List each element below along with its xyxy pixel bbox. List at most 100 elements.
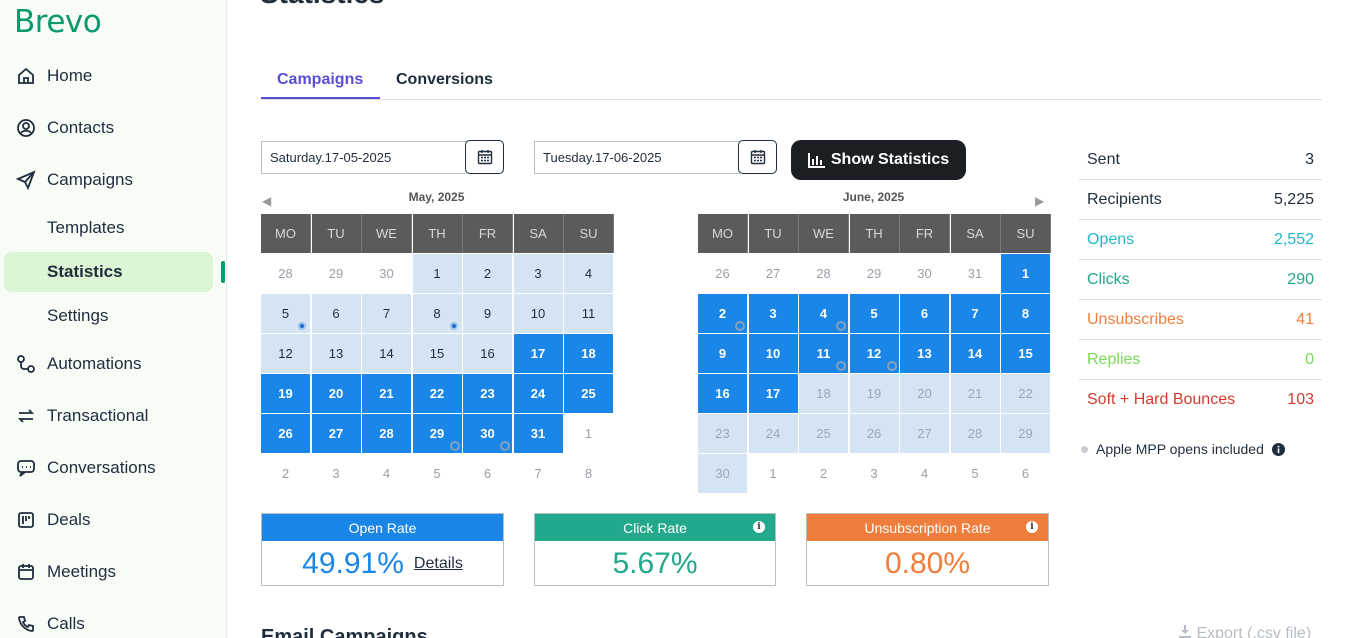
info-icon[interactable]: i <box>753 521 765 533</box>
calendar-day[interactable]: 21 <box>950 374 1001 413</box>
sidebar-item-templates[interactable]: Templates <box>0 208 227 248</box>
calendar-day[interactable]: 24 <box>513 374 564 413</box>
calendar-day[interactable]: 28 <box>362 414 412 453</box>
sidebar-item-automations[interactable]: Automations <box>0 344 227 384</box>
calendar-day[interactable]: 9 <box>463 294 513 333</box>
calendar-day[interactable]: 26 <box>261 414 311 453</box>
campaign-marker-icon <box>449 322 458 330</box>
end-date-calendar-button[interactable] <box>738 140 777 174</box>
calendar-day[interactable]: 20 <box>311 374 362 413</box>
sidebar-item-statistics[interactable]: Statistics <box>4 252 213 292</box>
start-date-input[interactable] <box>261 141 467 174</box>
calendar-day[interactable]: 3 <box>513 254 564 293</box>
sidebar-item-meetings[interactable]: Meetings <box>0 552 227 592</box>
day-number: 14 <box>967 346 983 361</box>
calendar-day[interactable]: 16 <box>463 334 513 373</box>
calendar-day[interactable]: 29 <box>1001 414 1051 453</box>
calendar-day[interactable]: 23 <box>698 414 748 453</box>
calendar-month-title: May, 2025 <box>408 190 465 204</box>
calendar-day[interactable]: 21 <box>362 374 412 413</box>
info-icon[interactable]: i <box>1026 521 1038 533</box>
calendar-day[interactable]: 8 <box>412 294 463 333</box>
calendar-day[interactable]: 5 <box>849 294 900 333</box>
calendar-day[interactable]: 12 <box>849 334 900 373</box>
calendar-day[interactable]: 20 <box>900 374 950 413</box>
calendar-day[interactable]: 11 <box>799 334 849 373</box>
calendar-day[interactable]: 7 <box>950 294 1001 333</box>
calendar-day[interactable]: 10 <box>513 294 564 333</box>
stat-row: Unsubscribes 41 <box>1079 300 1322 340</box>
calendar-day[interactable]: 16 <box>698 374 748 413</box>
sidebar-item-transactional[interactable]: Transactional <box>0 396 227 436</box>
calendar-day[interactable]: 6 <box>900 294 950 333</box>
calendar-day[interactable]: 26 <box>849 414 900 453</box>
show-statistics-button[interactable]: Show Statistics <box>791 140 966 180</box>
calendar-day[interactable]: 5 <box>261 294 311 333</box>
calendar-day[interactable]: 17 <box>513 334 564 373</box>
end-date-input[interactable] <box>534 141 740 174</box>
calendar-day[interactable]: 25 <box>564 374 614 413</box>
calendar-day[interactable]: 24 <box>748 414 799 453</box>
info-icon[interactable] <box>1271 442 1285 456</box>
calendar-day[interactable]: 27 <box>900 414 950 453</box>
sidebar-item-conversations[interactable]: Conversations <box>0 448 227 488</box>
calendar-day[interactable]: 11 <box>564 294 614 333</box>
calendar-day[interactable]: 22 <box>412 374 463 413</box>
calendar-day[interactable]: 14 <box>950 334 1001 373</box>
calendar-day[interactable]: 4 <box>799 294 849 333</box>
calendar-day[interactable]: 27 <box>311 414 362 453</box>
calendar-day[interactable]: 22 <box>1001 374 1051 413</box>
calendar-day[interactable]: 13 <box>311 334 362 373</box>
start-date-calendar-button[interactable] <box>465 140 504 174</box>
calendar-day[interactable]: 15 <box>1001 334 1051 373</box>
calendar-day[interactable]: 29 <box>412 414 463 453</box>
weekday-header: SU <box>564 214 614 253</box>
calendar-day[interactable]: 3 <box>748 294 799 333</box>
calendar-day[interactable]: 19 <box>849 374 900 413</box>
sidebar-item-settings[interactable]: Settings <box>0 296 227 336</box>
open-rate-card: Open Rate 49.91% Details <box>261 513 504 586</box>
tab-conversions[interactable]: Conversions <box>396 71 493 89</box>
calendar-day[interactable]: 4 <box>564 254 614 293</box>
export-csv-link[interactable]: Export (.csv file) <box>1178 624 1311 638</box>
day-number: 16 <box>480 346 495 361</box>
calendar-day[interactable]: 9 <box>698 334 748 373</box>
calendar-day[interactable]: 2 <box>698 294 748 333</box>
calendar-day[interactable]: 17 <box>748 374 799 413</box>
calendar-day[interactable]: 10 <box>748 334 799 373</box>
sidebar-item-home[interactable]: Home <box>0 56 227 96</box>
calendar-day[interactable]: 18 <box>799 374 849 413</box>
day-number: 23 <box>480 386 495 401</box>
calendar-day[interactable]: 13 <box>900 334 950 373</box>
day-number: 3 <box>769 306 777 321</box>
calendar-day[interactable]: 23 <box>463 374 513 413</box>
day-number: 25 <box>816 426 831 441</box>
calendar-day[interactable]: 31 <box>513 414 564 453</box>
brevo-logo[interactable]: Brevo <box>14 4 102 40</box>
calendar-day: 2 <box>799 454 849 493</box>
calendar-day[interactable]: 19 <box>261 374 311 413</box>
sidebar-item-campaigns[interactable]: Campaigns <box>0 160 227 200</box>
calendar-day[interactable]: 28 <box>950 414 1001 453</box>
tab-underline <box>261 97 380 99</box>
calendar-day[interactable]: 30 <box>698 454 748 493</box>
calendar-day[interactable]: 25 <box>799 414 849 453</box>
calendar-day[interactable]: 7 <box>362 294 412 333</box>
calendar-day[interactable]: 30 <box>463 414 513 453</box>
calendar-day[interactable]: 12 <box>261 334 311 373</box>
tab-bar: Campaigns Conversions <box>261 62 1322 100</box>
calendar-day[interactable]: 2 <box>463 254 513 293</box>
open-rate-details-link[interactable]: Details <box>414 555 463 573</box>
next-month-arrow[interactable]: ▶ <box>1035 194 1044 208</box>
sidebar-item-calls[interactable]: Calls <box>0 604 227 638</box>
calendar-day[interactable]: 1 <box>1001 254 1051 293</box>
calendar-day[interactable]: 8 <box>1001 294 1051 333</box>
calendar-day[interactable]: 15 <box>412 334 463 373</box>
tab-campaigns[interactable]: Campaigns <box>277 71 363 89</box>
calendar-day[interactable]: 1 <box>412 254 463 293</box>
sidebar-item-contacts[interactable]: Contacts <box>0 108 227 148</box>
calendar-day[interactable]: 6 <box>311 294 362 333</box>
calendar-day[interactable]: 18 <box>564 334 614 373</box>
calendar-day[interactable]: 14 <box>362 334 412 373</box>
sidebar-item-deals[interactable]: Deals <box>0 500 227 540</box>
